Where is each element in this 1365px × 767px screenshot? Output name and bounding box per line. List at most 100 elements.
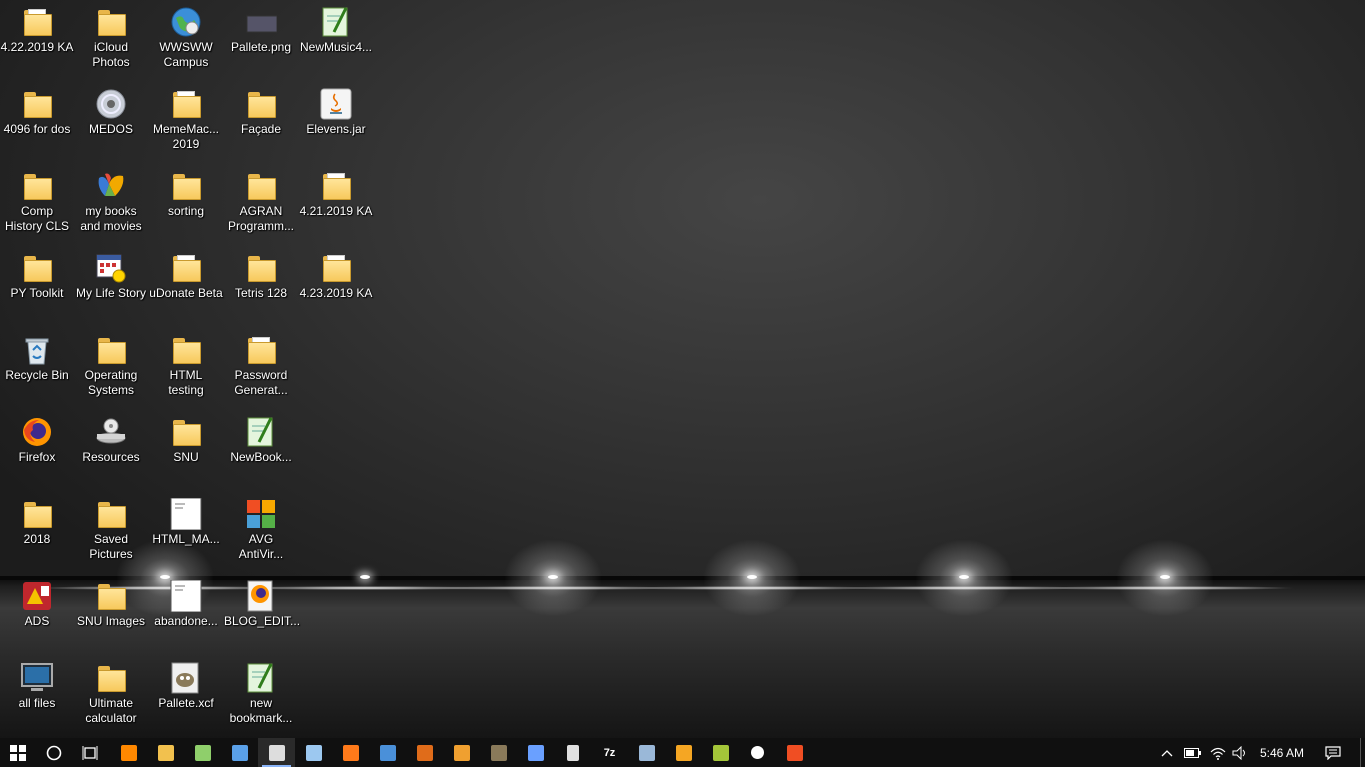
desktop-icon[interactable]: Comp History CLS xyxy=(0,164,74,244)
desktop-icon[interactable]: 2018 xyxy=(0,492,74,572)
wallpaper-light xyxy=(1090,540,1240,660)
task-view-button[interactable] xyxy=(72,738,108,767)
desktop-icon[interactable]: SNU Images xyxy=(74,574,148,654)
taskbar-app-avg[interactable] xyxy=(776,738,813,767)
calculator-icon xyxy=(566,744,579,761)
document-sheet-icon xyxy=(327,173,345,189)
notepadpp-icon xyxy=(194,744,211,761)
taskbar-app-monitor-app[interactable] xyxy=(369,738,406,767)
wallpaper-led xyxy=(1160,575,1170,579)
desktop-icon[interactable]: uDonate Beta xyxy=(149,246,223,326)
desktop-icon[interactable]: NewMusic4... xyxy=(299,0,373,80)
taskbar-app-file-explorer[interactable] xyxy=(147,738,184,767)
desktop-icon[interactable]: AVG AntiVir... xyxy=(224,492,298,572)
desktop-icon[interactable]: 4.21.2019 KA xyxy=(299,164,373,244)
desktop-icon[interactable]: new bookmark... xyxy=(224,656,298,736)
disc-icon xyxy=(95,88,127,120)
desktop-icon[interactable]: My Life Story xyxy=(74,246,148,326)
chrome-like-icon xyxy=(527,744,544,761)
taskbar-app-vlc[interactable] xyxy=(110,738,147,767)
desktop-icon[interactable]: Tetris 128 xyxy=(224,246,298,326)
desktop-icon[interactable]: ADS xyxy=(0,574,74,654)
desktop-icon[interactable]: sorting xyxy=(149,164,223,244)
desktop-icon[interactable]: 4096 for dos xyxy=(0,82,74,162)
folder-icon xyxy=(170,334,202,366)
desktop-icon[interactable]: 4.22.2019 KA xyxy=(0,0,74,80)
taskbar-app-java[interactable] xyxy=(665,738,702,767)
start-button[interactable] xyxy=(0,738,36,767)
desktop-icon[interactable]: Façade xyxy=(224,82,298,162)
desktop-icon[interactable]: Saved Pictures xyxy=(74,492,148,572)
desktop-icon[interactable]: my books and movies xyxy=(74,164,148,244)
taskbar-app-gimp[interactable] xyxy=(480,738,517,767)
taskbar-app-notepad[interactable] xyxy=(295,738,332,767)
desktop-icon[interactable]: HTML_MA... xyxy=(149,492,223,572)
desktop-icon[interactable]: MEDOS xyxy=(74,82,148,162)
desktop-icon[interactable]: WWSWW Campus xyxy=(149,0,223,80)
desktop-icon[interactable]: HTML testing xyxy=(149,328,223,408)
desktop-icon-label: Recycle Bin xyxy=(5,368,69,382)
action-center-button[interactable] xyxy=(1318,738,1348,767)
windows-logo-icon xyxy=(10,744,26,761)
folder-icon xyxy=(170,88,202,120)
drive-icon xyxy=(95,416,127,448)
volume-button[interactable] xyxy=(1230,738,1250,767)
avg-icon xyxy=(245,498,277,530)
desktop-icon[interactable]: Pallete.xcf xyxy=(149,656,223,736)
taskbar-app-notes[interactable] xyxy=(443,738,480,767)
desktop-icon[interactable]: Resources xyxy=(74,410,148,490)
desktop-icon[interactable]: all files xyxy=(0,656,74,736)
taskbar-app-film[interactable] xyxy=(406,738,443,767)
wallpaper-light xyxy=(889,540,1039,660)
desktop-icon[interactable]: Operating Systems xyxy=(74,328,148,408)
folder-icon xyxy=(21,170,53,202)
desktop-icon-label: 4096 for dos xyxy=(3,122,71,136)
folder-icon xyxy=(95,498,127,530)
desktop-icon-label: AGRAN Programm... xyxy=(227,204,294,233)
file-explorer-icon xyxy=(157,744,174,761)
desktop-icon[interactable]: BLOG_EDIT... xyxy=(224,574,300,654)
taskbar-app-7zip[interactable]: 7z xyxy=(591,738,628,767)
show-desktop-button[interactable] xyxy=(1360,738,1365,767)
desktop-icon-label: 4.23.2019 KA xyxy=(299,286,373,300)
desktop-icon[interactable]: MemeMac... 2019 xyxy=(149,82,223,162)
document-sheet-icon xyxy=(28,9,46,25)
desktop-icon[interactable]: abandone... xyxy=(149,574,223,654)
taskbar-app-photos[interactable] xyxy=(221,738,258,767)
notepadpp-icon xyxy=(245,662,277,694)
desktop-icon[interactable]: Pallete.png xyxy=(224,0,298,80)
desktop-icon-label: sorting xyxy=(167,204,205,218)
desktop-icon[interactable]: AGRAN Programm... xyxy=(224,164,298,244)
taskbar-app-notepadpp[interactable] xyxy=(184,738,221,767)
monitor-icon xyxy=(21,662,53,694)
desktop-icon[interactable]: SNU xyxy=(149,410,223,490)
desktop-icon[interactable]: Firefox xyxy=(0,410,74,490)
taskbar-app-chrome-like[interactable] xyxy=(517,738,554,767)
7zip-icon: 7z xyxy=(603,746,616,759)
taskbar-app-cloud[interactable] xyxy=(628,738,665,767)
search-circle-icon xyxy=(46,745,62,760)
desktop-icon[interactable]: Recycle Bin xyxy=(0,328,74,408)
desktop-icon[interactable]: iCloud Photos xyxy=(74,0,148,80)
desktop-icon[interactable]: 4.23.2019 KA xyxy=(299,246,373,326)
desktop-icon[interactable]: NewBook... xyxy=(224,410,298,490)
search-button[interactable] xyxy=(36,738,72,767)
taskbar-app-leaf[interactable] xyxy=(702,738,739,767)
desktop-icon[interactable]: Elevens.jar xyxy=(299,82,373,162)
tray-overflow-button[interactable] xyxy=(1158,738,1176,767)
taskbar-app-settings[interactable] xyxy=(739,738,776,767)
clock-button[interactable]: 5:46 AM xyxy=(1252,738,1312,767)
desktop-icon[interactable]: Password Generat... xyxy=(224,328,298,408)
desktop-icon[interactable]: Ultimate calculator xyxy=(74,656,148,736)
wallpaper-beam xyxy=(1035,586,1295,590)
taskbar-app-calculator[interactable] xyxy=(554,738,591,767)
notes-icon xyxy=(453,744,470,761)
battery-button[interactable] xyxy=(1182,738,1204,767)
folder-icon xyxy=(245,170,277,202)
taskbar-app-firefox[interactable] xyxy=(332,738,369,767)
wallpaper-light xyxy=(478,540,628,660)
wifi-button[interactable] xyxy=(1207,738,1229,767)
taskbar-app-panda[interactable] xyxy=(258,738,295,767)
desktop-icon-label: iCloud Photos xyxy=(92,40,130,69)
desktop-icon[interactable]: PY Toolkit xyxy=(0,246,74,326)
